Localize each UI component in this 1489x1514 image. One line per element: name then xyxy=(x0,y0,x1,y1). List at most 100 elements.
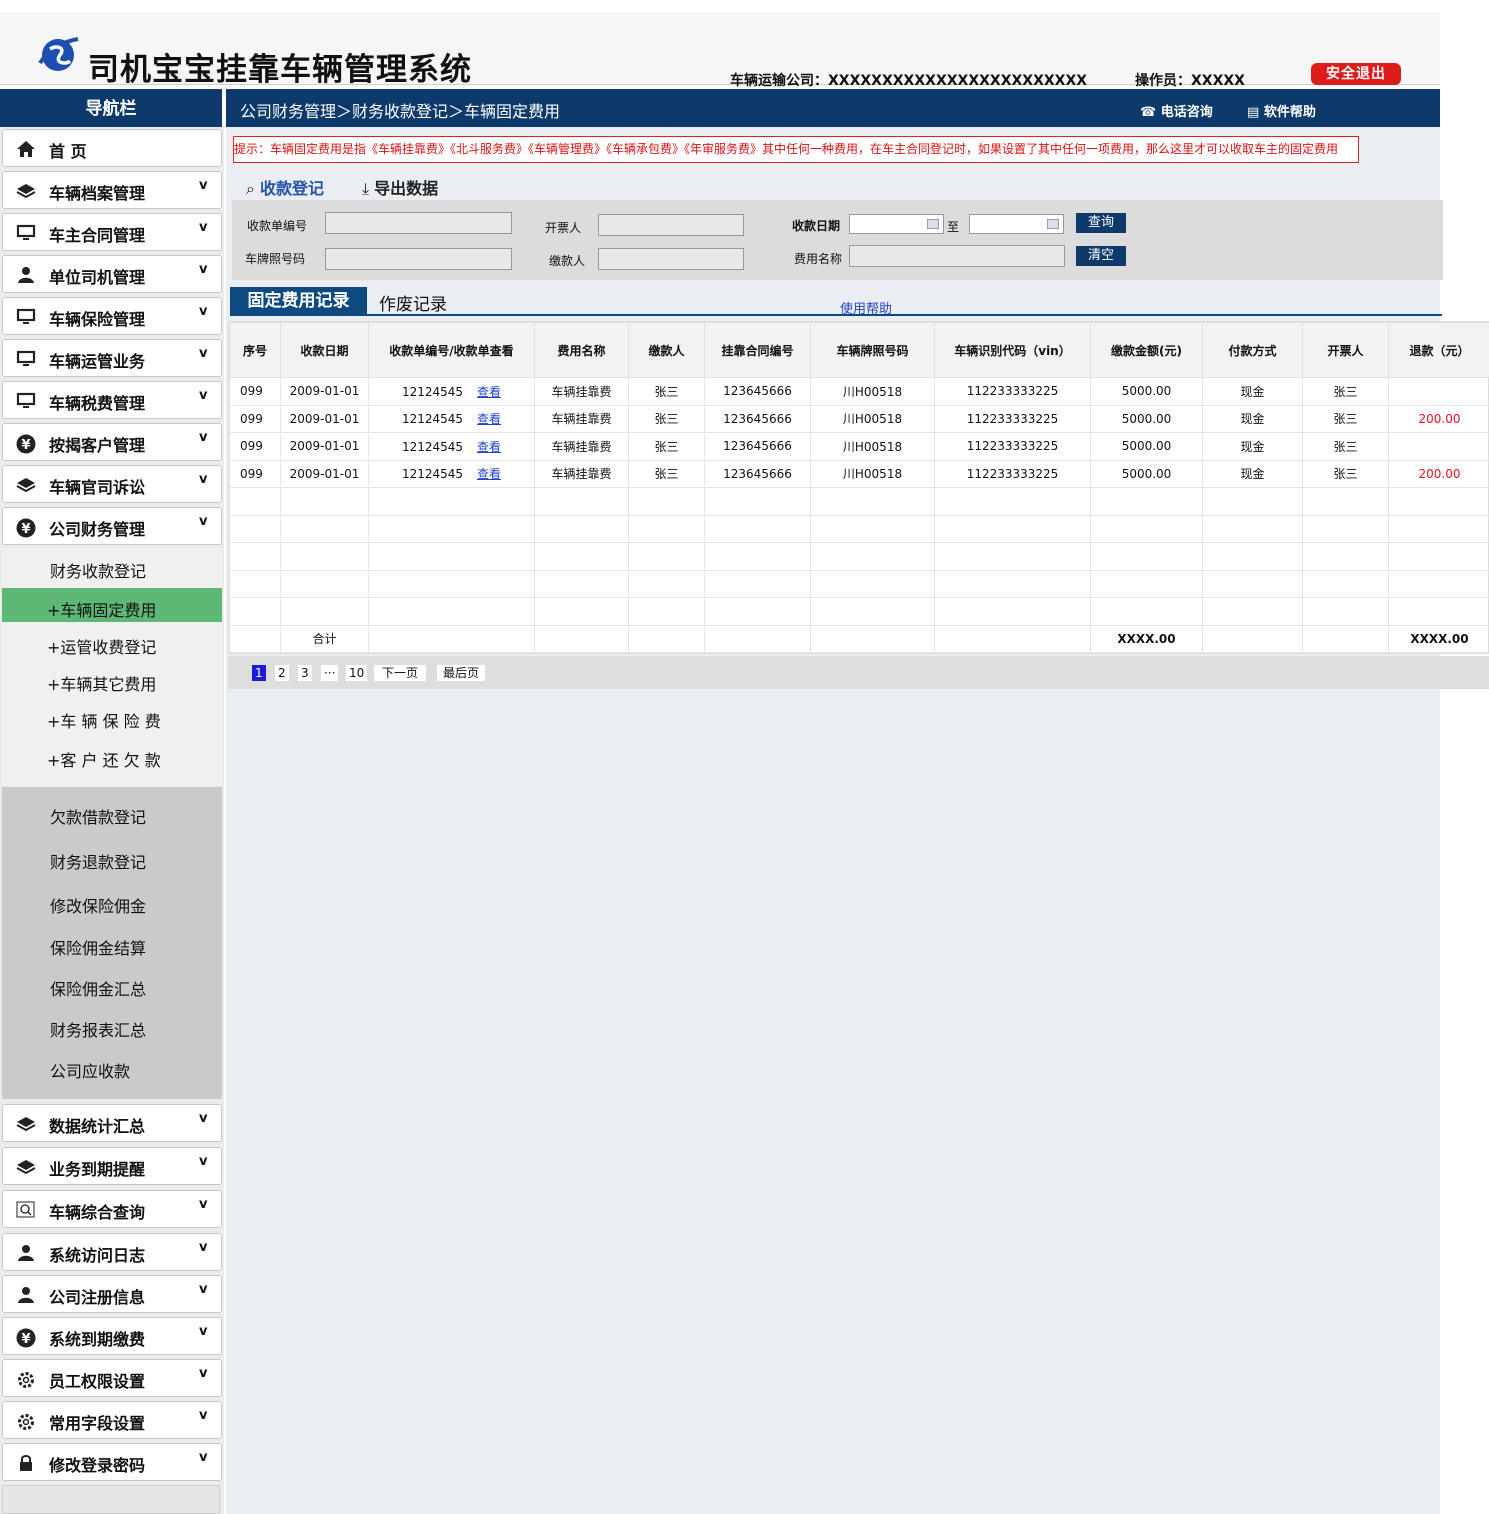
svg-text:¥: ¥ xyxy=(21,438,30,453)
sidebar-item[interactable]: 车辆综合查询 v xyxy=(2,1190,222,1228)
sidebar-item[interactable]: 车辆档案管理 v xyxy=(2,171,222,209)
view-receipt-link[interactable]: 查看 xyxy=(477,440,501,454)
view-receipt-link[interactable]: 查看 xyxy=(477,412,501,426)
calendar-icon[interactable] xyxy=(927,219,939,229)
empty-cell xyxy=(280,569,369,598)
chevron-down-icon: v xyxy=(199,304,208,319)
next-page-button[interactable]: 下一页 xyxy=(374,665,427,681)
total-cell xyxy=(1202,624,1303,653)
page-button[interactable]: 10 xyxy=(346,665,368,681)
empty-cell xyxy=(704,487,811,516)
empty-cell xyxy=(1202,487,1303,516)
export-data-button[interactable]: ⤓ 导出数据 xyxy=(362,175,438,199)
sidebar-item[interactable]: 常用字段设置 v xyxy=(2,1401,222,1439)
sidebar-item[interactable]: 单位司机管理 v xyxy=(2,255,222,293)
empty-cell xyxy=(810,487,935,516)
cell-no: 099 xyxy=(229,459,281,488)
sidebar-item-label: 数据统计汇总 xyxy=(49,1117,146,1136)
sidebar-item-label: 系统访问日志 xyxy=(49,1246,146,1265)
sidebar-item[interactable]: 车主合同管理 v xyxy=(2,213,222,251)
submenu-item[interactable]: +客 户 还 欠 款 xyxy=(47,747,161,771)
receipt-no-input[interactable] xyxy=(325,212,512,234)
cell-no: 099 xyxy=(229,404,281,433)
chevron-down-icon: v xyxy=(199,1154,208,1169)
calendar-icon[interactable] xyxy=(1047,219,1059,229)
page-button[interactable]: 1 xyxy=(252,665,266,681)
chevron-down-icon: v xyxy=(199,1282,208,1297)
view-receipt-link[interactable]: 查看 xyxy=(477,467,501,481)
submenu-item[interactable]: +车 辆 保 险 费 xyxy=(47,708,161,732)
date-from-input[interactable] xyxy=(849,214,944,234)
date-to-input[interactable] xyxy=(969,214,1064,234)
sidebar-item[interactable]: 公司注册信息 v xyxy=(2,1275,222,1313)
software-help-link[interactable]: ▤ 软件帮助 xyxy=(1247,101,1316,120)
receipt-number: 12124545 xyxy=(401,412,464,427)
cell-method: 现金 xyxy=(1202,404,1303,433)
cell-receipt: 12124545 查看 xyxy=(368,459,535,488)
total-cell xyxy=(704,624,811,653)
submenu-item[interactable]: 财务报表汇总 xyxy=(50,1017,146,1041)
submenu-item[interactable]: 保险佣金结算 xyxy=(50,935,146,959)
submenu-item[interactable]: 修改保险佣金 xyxy=(50,893,146,917)
page-button[interactable]: 3 xyxy=(298,665,312,681)
sidebar-item[interactable]: 车辆保险管理 v xyxy=(2,297,222,335)
empty-cell xyxy=(704,569,811,598)
sidebar-item[interactable]: 修改登录密码 v xyxy=(2,1443,222,1481)
sidebar-item[interactable]: 首 页 xyxy=(2,129,222,167)
empty-cell xyxy=(534,597,629,626)
chevron-down-icon: v xyxy=(199,1408,208,1423)
sidebar-item[interactable]: 业务到期提醒 v xyxy=(2,1147,222,1185)
empty-cell xyxy=(534,514,629,543)
chevron-down-icon: v xyxy=(199,430,208,445)
submenu-item[interactable]: 欠款借款登记 xyxy=(50,804,146,828)
payer-input[interactable] xyxy=(598,248,744,270)
sidebar-item[interactable]: ¥ 按揭客户管理 v xyxy=(2,423,222,461)
tab-fixed-fee-records[interactable]: 固定费用记录 xyxy=(230,287,367,315)
cell-receipt: 12124545 查看 xyxy=(368,432,535,461)
tab-void-records[interactable]: 作废记录 xyxy=(379,290,447,315)
cell-no: 099 xyxy=(229,377,281,406)
plate-input[interactable] xyxy=(325,248,512,270)
invoicer-input[interactable] xyxy=(598,214,744,236)
page-button[interactable]: ··· xyxy=(321,665,339,681)
sidebar-item[interactable]: 员工权限设置 v xyxy=(2,1359,222,1397)
sidebar-item[interactable]: 车辆官司诉讼 v xyxy=(2,465,222,503)
register-payment-button[interactable]: ⌕ 收款登记 xyxy=(246,175,324,199)
empty-cell xyxy=(934,487,1091,516)
sidebar-item[interactable]: 系统访问日志 v xyxy=(2,1233,222,1271)
cell-refund xyxy=(1388,432,1489,461)
page-button[interactable]: 2 xyxy=(275,665,289,681)
software-help-label: 软件帮助 xyxy=(1263,105,1316,120)
phone-consult-link[interactable]: ☎ 电话咨询 xyxy=(1140,101,1213,120)
cell-invoicer: 张三 xyxy=(1302,377,1389,406)
cell-refund: 200.00 xyxy=(1388,404,1489,433)
query-button[interactable]: 查询 xyxy=(1076,213,1126,233)
submenu-item[interactable]: +车辆固定费用 xyxy=(47,597,156,621)
table-row: 099 2009-01-01 12124545 查看 车辆挂靠费 张三 123645666 川… xyxy=(229,432,1489,461)
sidebar-item-label: 修改登录密码 xyxy=(49,1456,146,1475)
fee-name-input[interactable] xyxy=(849,245,1065,267)
submenu-item[interactable]: 公司应收款 xyxy=(50,1058,130,1082)
empty-cell xyxy=(628,487,705,516)
cell-payer: 张三 xyxy=(628,432,705,461)
clear-button[interactable]: 清空 xyxy=(1076,246,1126,266)
logout-button[interactable]: 安全退出 xyxy=(1311,63,1401,85)
sidebar-item[interactable]: 数据统计汇总 v xyxy=(2,1104,222,1142)
user-icon xyxy=(16,1244,36,1262)
submenu-item[interactable]: 保险佣金汇总 xyxy=(50,976,146,1000)
sidebar-item[interactable]: ¥ 公司财务管理 v xyxy=(2,507,222,545)
submenu-item[interactable]: 财务收款登记 xyxy=(50,558,146,582)
empty-cell xyxy=(1090,487,1203,516)
cell-invoicer: 张三 xyxy=(1302,432,1389,461)
submenu-item[interactable]: +车辆其它费用 xyxy=(47,671,156,695)
sidebar-item[interactable]: ¥ 系统到期缴费 v xyxy=(2,1317,222,1355)
submenu-item[interactable]: +运管收费登记 xyxy=(47,634,156,658)
empty-cell xyxy=(1302,569,1389,598)
sidebar-item[interactable]: 车辆运管业务 v xyxy=(2,339,222,377)
last-page-button[interactable]: 最后页 xyxy=(437,665,486,681)
submenu-item[interactable]: 财务退款登记 xyxy=(50,849,146,873)
sidebar-item[interactable]: 车辆税费管理 v xyxy=(2,381,222,419)
receipt-number: 12124545 xyxy=(401,384,464,399)
view-receipt-link[interactable]: 查看 xyxy=(477,385,501,399)
empty-cell xyxy=(1202,569,1303,598)
